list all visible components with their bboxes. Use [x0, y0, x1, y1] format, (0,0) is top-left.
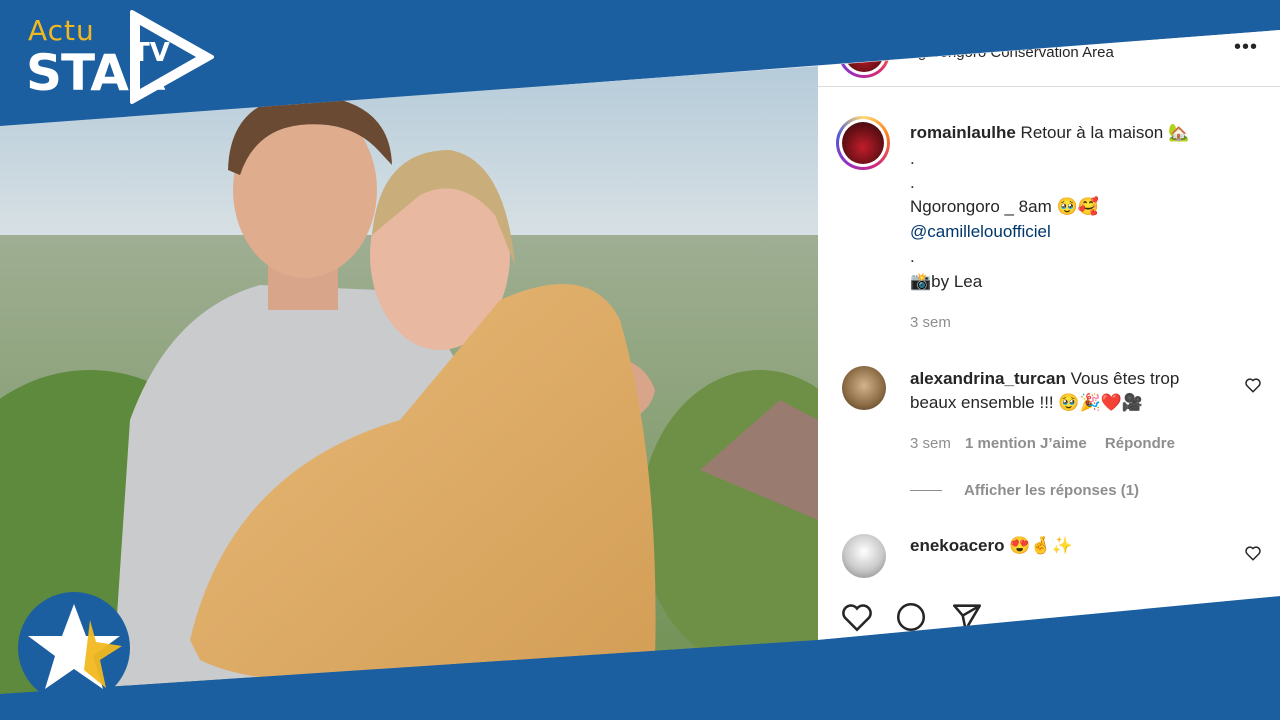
view-replies-button[interactable]: Afficher les réponses (1)	[964, 480, 1139, 502]
comment-like-heart-icon[interactable]	[1244, 376, 1262, 399]
caption-line2: Ngorongoro _ 8am 🥹🥰	[910, 197, 1099, 216]
comment-text: Vous êtes trop	[1070, 369, 1180, 388]
comment-meta: 3 sem 1 mention J’aime Répondre	[910, 433, 1175, 455]
comment-like-heart-icon[interactable]	[1244, 544, 1262, 567]
commenter-username[interactable]: alexandrina_turcan	[910, 369, 1066, 388]
caption-text: Retour à la maison 🏡	[1020, 123, 1190, 142]
photo-credit: 📸by Lea	[910, 272, 983, 291]
comment-likes-count[interactable]: 1 mention J’aime	[965, 435, 1087, 452]
comment-line1: enekoacero 😍🤞✨	[910, 535, 1073, 557]
caption-dot: .	[910, 173, 915, 192]
logo-tv-text: TV	[132, 38, 170, 68]
comment-line2: beaux ensemble !!! 🥹🎉❤️🎥	[910, 393, 1144, 412]
commenter-username[interactable]: enekoacero	[910, 536, 1005, 555]
header-divider	[818, 86, 1280, 87]
caption-dot: .	[910, 149, 915, 168]
caption-dot: .	[910, 247, 915, 266]
location-avatar[interactable]	[838, 30, 890, 78]
comment-text: 😍🤞✨	[1009, 536, 1073, 555]
author-avatar[interactable]	[836, 116, 890, 170]
replies-divider	[910, 490, 942, 491]
logo-actu-text: Actu	[28, 14, 95, 47]
star-badge-icon	[18, 592, 130, 704]
more-options-icon[interactable]: •••	[1234, 36, 1258, 59]
caption-line1: romainlaulhe Retour à la maison 🏡	[910, 122, 1189, 144]
comment-line1: alexandrina_turcan Vous êtes trop	[910, 368, 1179, 390]
caption-mention-link[interactable]: @camillelouofficiel	[910, 221, 1051, 243]
commenter-avatar[interactable]	[842, 366, 886, 410]
heart-icon[interactable]	[840, 600, 874, 639]
comment-timestamp[interactable]: 3 sem	[910, 435, 951, 452]
reply-button[interactable]: Répondre	[1105, 435, 1175, 452]
commenter-avatar[interactable]	[842, 534, 886, 578]
author-username[interactable]: romainlaulhe	[910, 123, 1016, 142]
post-timestamp[interactable]: 3 sem	[910, 312, 951, 334]
